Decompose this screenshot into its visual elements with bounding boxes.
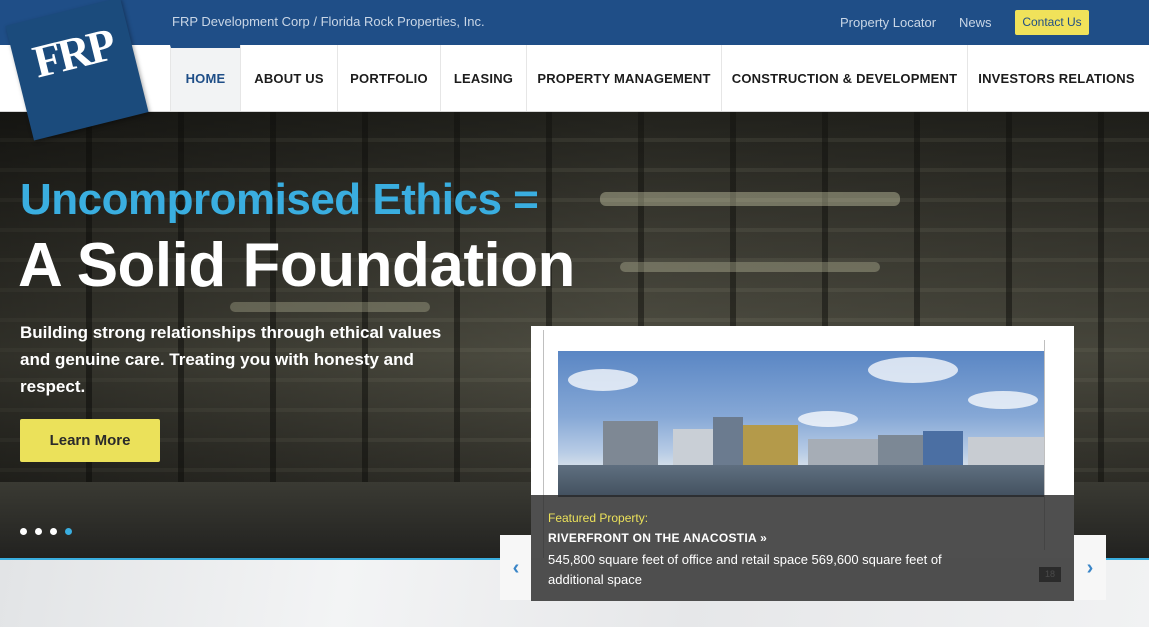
building: [923, 431, 963, 465]
riverfront-rendering: [558, 351, 1044, 497]
logo-text: FRP: [27, 18, 119, 88]
slide-dot-3[interactable]: [50, 528, 57, 535]
building: [603, 421, 658, 465]
cloud: [868, 357, 958, 383]
ceiling-light: [620, 262, 880, 272]
top-bar: FRP Development Corp / Florida Rock Prop…: [0, 0, 1149, 45]
building: [743, 425, 798, 465]
building: [713, 417, 743, 465]
slide-dot-4[interactable]: [65, 528, 72, 535]
building: [808, 439, 878, 465]
cloud: [798, 411, 858, 427]
nav-home[interactable]: HOME: [170, 45, 240, 111]
nav-about-us[interactable]: ABOUT US: [240, 45, 337, 111]
featured-property-link[interactable]: RIVERFRONT ON THE ANACOSTIA »: [548, 531, 767, 545]
news-link[interactable]: News: [959, 15, 992, 30]
company-name: FRP Development Corp / Florida Rock Prop…: [172, 14, 485, 29]
ceiling-light: [230, 302, 430, 312]
cloud: [968, 391, 1038, 409]
cloud: [568, 369, 638, 391]
featured-description: 545,800 square feet of office and retail…: [548, 552, 942, 587]
featured-property-caption: Featured Property: RIVERFRONT ON THE ANA…: [531, 495, 1074, 601]
building: [673, 429, 715, 465]
property-locator-link[interactable]: Property Locator: [840, 15, 936, 30]
featured-label: Featured Property:: [548, 511, 649, 525]
building: [968, 437, 1044, 465]
slide-dot-1[interactable]: [20, 528, 27, 535]
nav-investors-relations[interactable]: INVESTORS RELATIONS: [967, 45, 1145, 111]
nav-portfolio[interactable]: PORTFOLIO: [337, 45, 440, 111]
nav-leasing[interactable]: LEASING: [440, 45, 526, 111]
slide-indicators: [20, 522, 80, 535]
hero-body: Building strong relationships through et…: [20, 323, 442, 396]
nav-property-management[interactable]: PROPERTY MANAGEMENT: [526, 45, 721, 111]
river: [558, 465, 1044, 497]
building: [878, 435, 923, 465]
hero-headline: Uncompromised Ethics =: [20, 175, 539, 224]
chevron-right-icon: ›: [1086, 557, 1094, 579]
learn-more-button[interactable]: Learn More: [20, 419, 160, 462]
hero-subheadline: A Solid Foundation: [18, 231, 575, 300]
carousel-prev-button[interactable]: ‹: [500, 535, 532, 600]
main-nav: HOME ABOUT US PORTFOLIO LEASING PROPERTY…: [0, 45, 1149, 112]
chevron-left-icon: ‹: [512, 557, 520, 579]
carousel-next-button[interactable]: ›: [1074, 535, 1106, 600]
slide-dot-2[interactable]: [35, 528, 42, 535]
ceiling-light: [600, 192, 900, 206]
nav-construction-development[interactable]: CONSTRUCTION & DEVELOPMENT: [721, 45, 967, 111]
contact-us-button[interactable]: Contact Us: [1015, 10, 1089, 35]
